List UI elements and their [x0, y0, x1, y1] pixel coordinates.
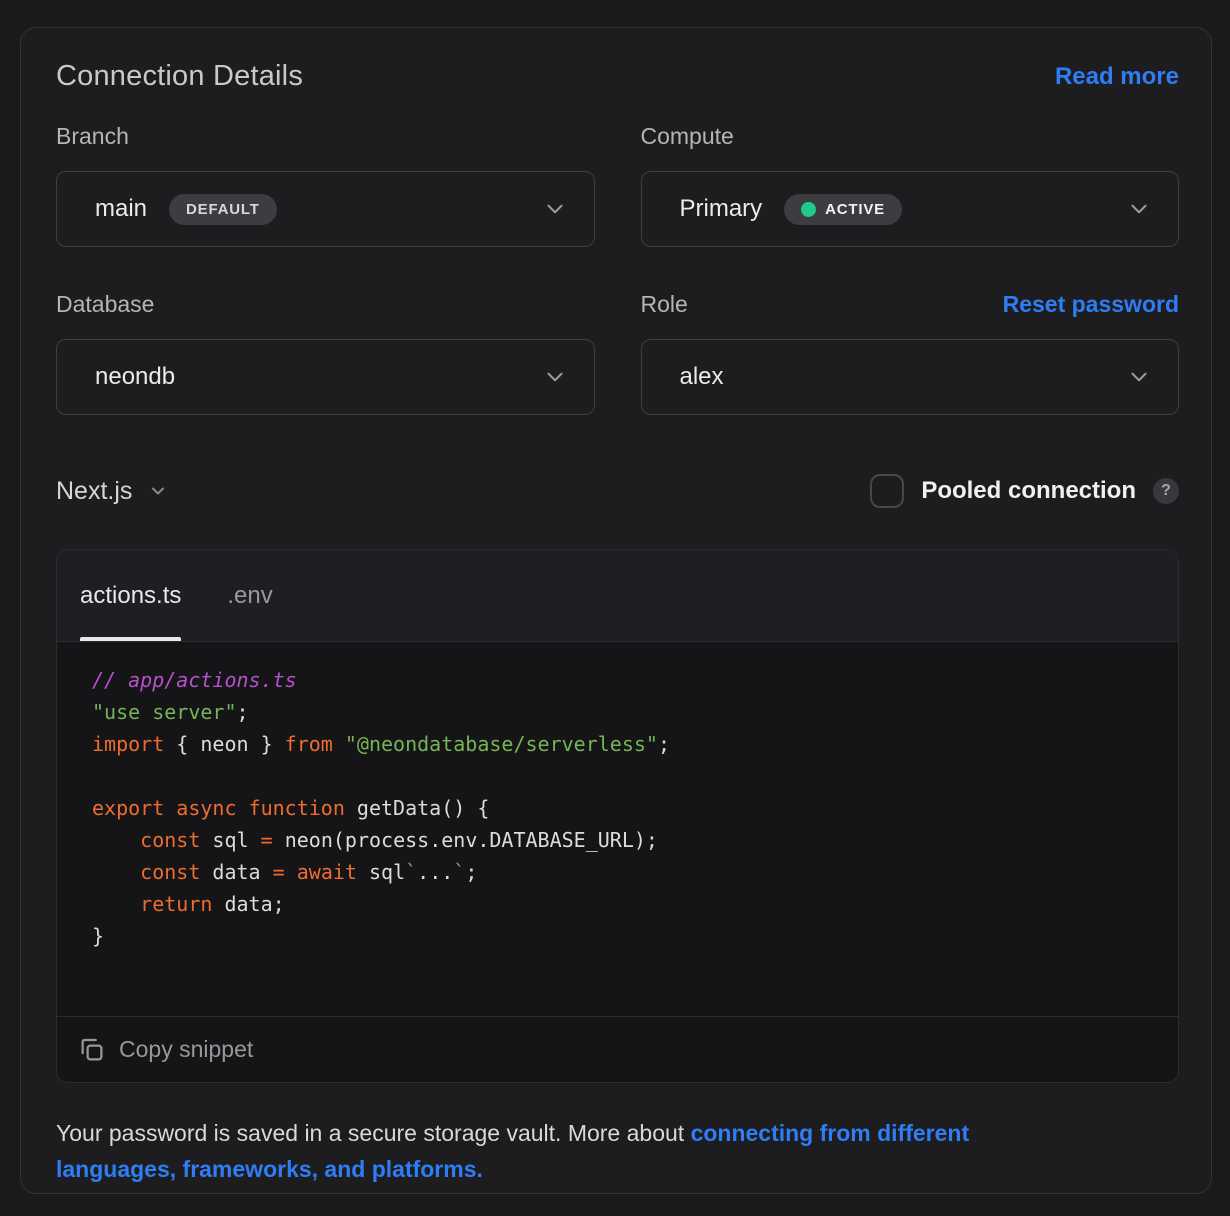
tab-env[interactable]: .env [227, 550, 272, 641]
role-value: alex [680, 363, 724, 391]
pooled-connection-checkbox[interactable] [870, 474, 904, 508]
help-icon[interactable]: ? [1153, 478, 1179, 504]
copy-snippet-label: Copy snippet [119, 1036, 253, 1063]
copy-icon [77, 1035, 107, 1065]
code-tabs: actions.ts .env [57, 550, 1178, 642]
compute-label: Compute [641, 123, 734, 150]
code-line: // app/actions.ts [92, 664, 1143, 696]
role-label: Role [641, 291, 688, 318]
card-header: Connection Details Read more [56, 60, 1179, 93]
code-block: // app/actions.ts"use server";import { n… [57, 642, 1178, 1016]
code-line: } [92, 920, 1143, 952]
compute-value: Primary [680, 195, 763, 223]
database-select[interactable]: neondb [56, 339, 595, 415]
active-badge: ACTIVE [784, 194, 902, 225]
status-dot [801, 202, 816, 217]
chevron-down-icon [1126, 364, 1152, 390]
tab-actions-ts[interactable]: actions.ts [80, 550, 181, 641]
read-more-link[interactable]: Read more [1055, 63, 1179, 91]
footer-note: Your password is saved in a secure stora… [56, 1115, 1076, 1187]
role-select[interactable]: alex [641, 339, 1180, 415]
connection-details-card: Connection Details Read more Branch main… [20, 27, 1212, 1194]
chevron-down-icon [148, 481, 168, 501]
database-value: neondb [95, 363, 175, 391]
code-panel: actions.ts .env // app/actions.ts"use ser… [56, 549, 1179, 1083]
database-label: Database [56, 291, 154, 318]
framework-value: Next.js [56, 477, 132, 506]
code-line [92, 760, 1143, 792]
chevron-down-icon [1126, 196, 1152, 222]
branch-value: main [95, 195, 147, 223]
pooled-connection-label: Pooled connection [921, 477, 1136, 505]
copy-snippet-button[interactable]: Copy snippet [57, 1016, 1178, 1082]
code-line: const data = await sql`...`; [92, 856, 1143, 888]
framework-row: Next.js Pooled connection ? [56, 471, 1179, 511]
code-line: return data; [92, 888, 1143, 920]
branch-label: Branch [56, 123, 129, 150]
chevron-down-icon [542, 364, 568, 390]
code-line: "use server"; [92, 696, 1143, 728]
compute-field: Compute Primary ACTIVE [641, 121, 1180, 247]
branch-field: Branch main DEFAULT [56, 121, 595, 247]
default-badge: DEFAULT [169, 194, 277, 225]
pooled-connection-row: Pooled connection ? [870, 474, 1179, 508]
code-line: export async function getData() { [92, 792, 1143, 824]
page-title: Connection Details [56, 60, 303, 93]
database-field: Database neondb [56, 289, 595, 415]
branch-select[interactable]: main DEFAULT [56, 171, 595, 247]
footer-text: Your password is saved in a secure stora… [56, 1120, 691, 1146]
compute-select[interactable]: Primary ACTIVE [641, 171, 1180, 247]
connection-fields-grid: Branch main DEFAULT Compute Primary ACTI… [56, 121, 1179, 415]
reset-password-link[interactable]: Reset password [1003, 291, 1179, 318]
framework-select[interactable]: Next.js [56, 477, 168, 506]
role-field: Role Reset password alex [641, 289, 1180, 415]
code-line: import { neon } from "@neondatabase/serv… [92, 728, 1143, 760]
code-line: const sql = neon(process.env.DATABASE_UR… [92, 824, 1143, 856]
chevron-down-icon [542, 196, 568, 222]
